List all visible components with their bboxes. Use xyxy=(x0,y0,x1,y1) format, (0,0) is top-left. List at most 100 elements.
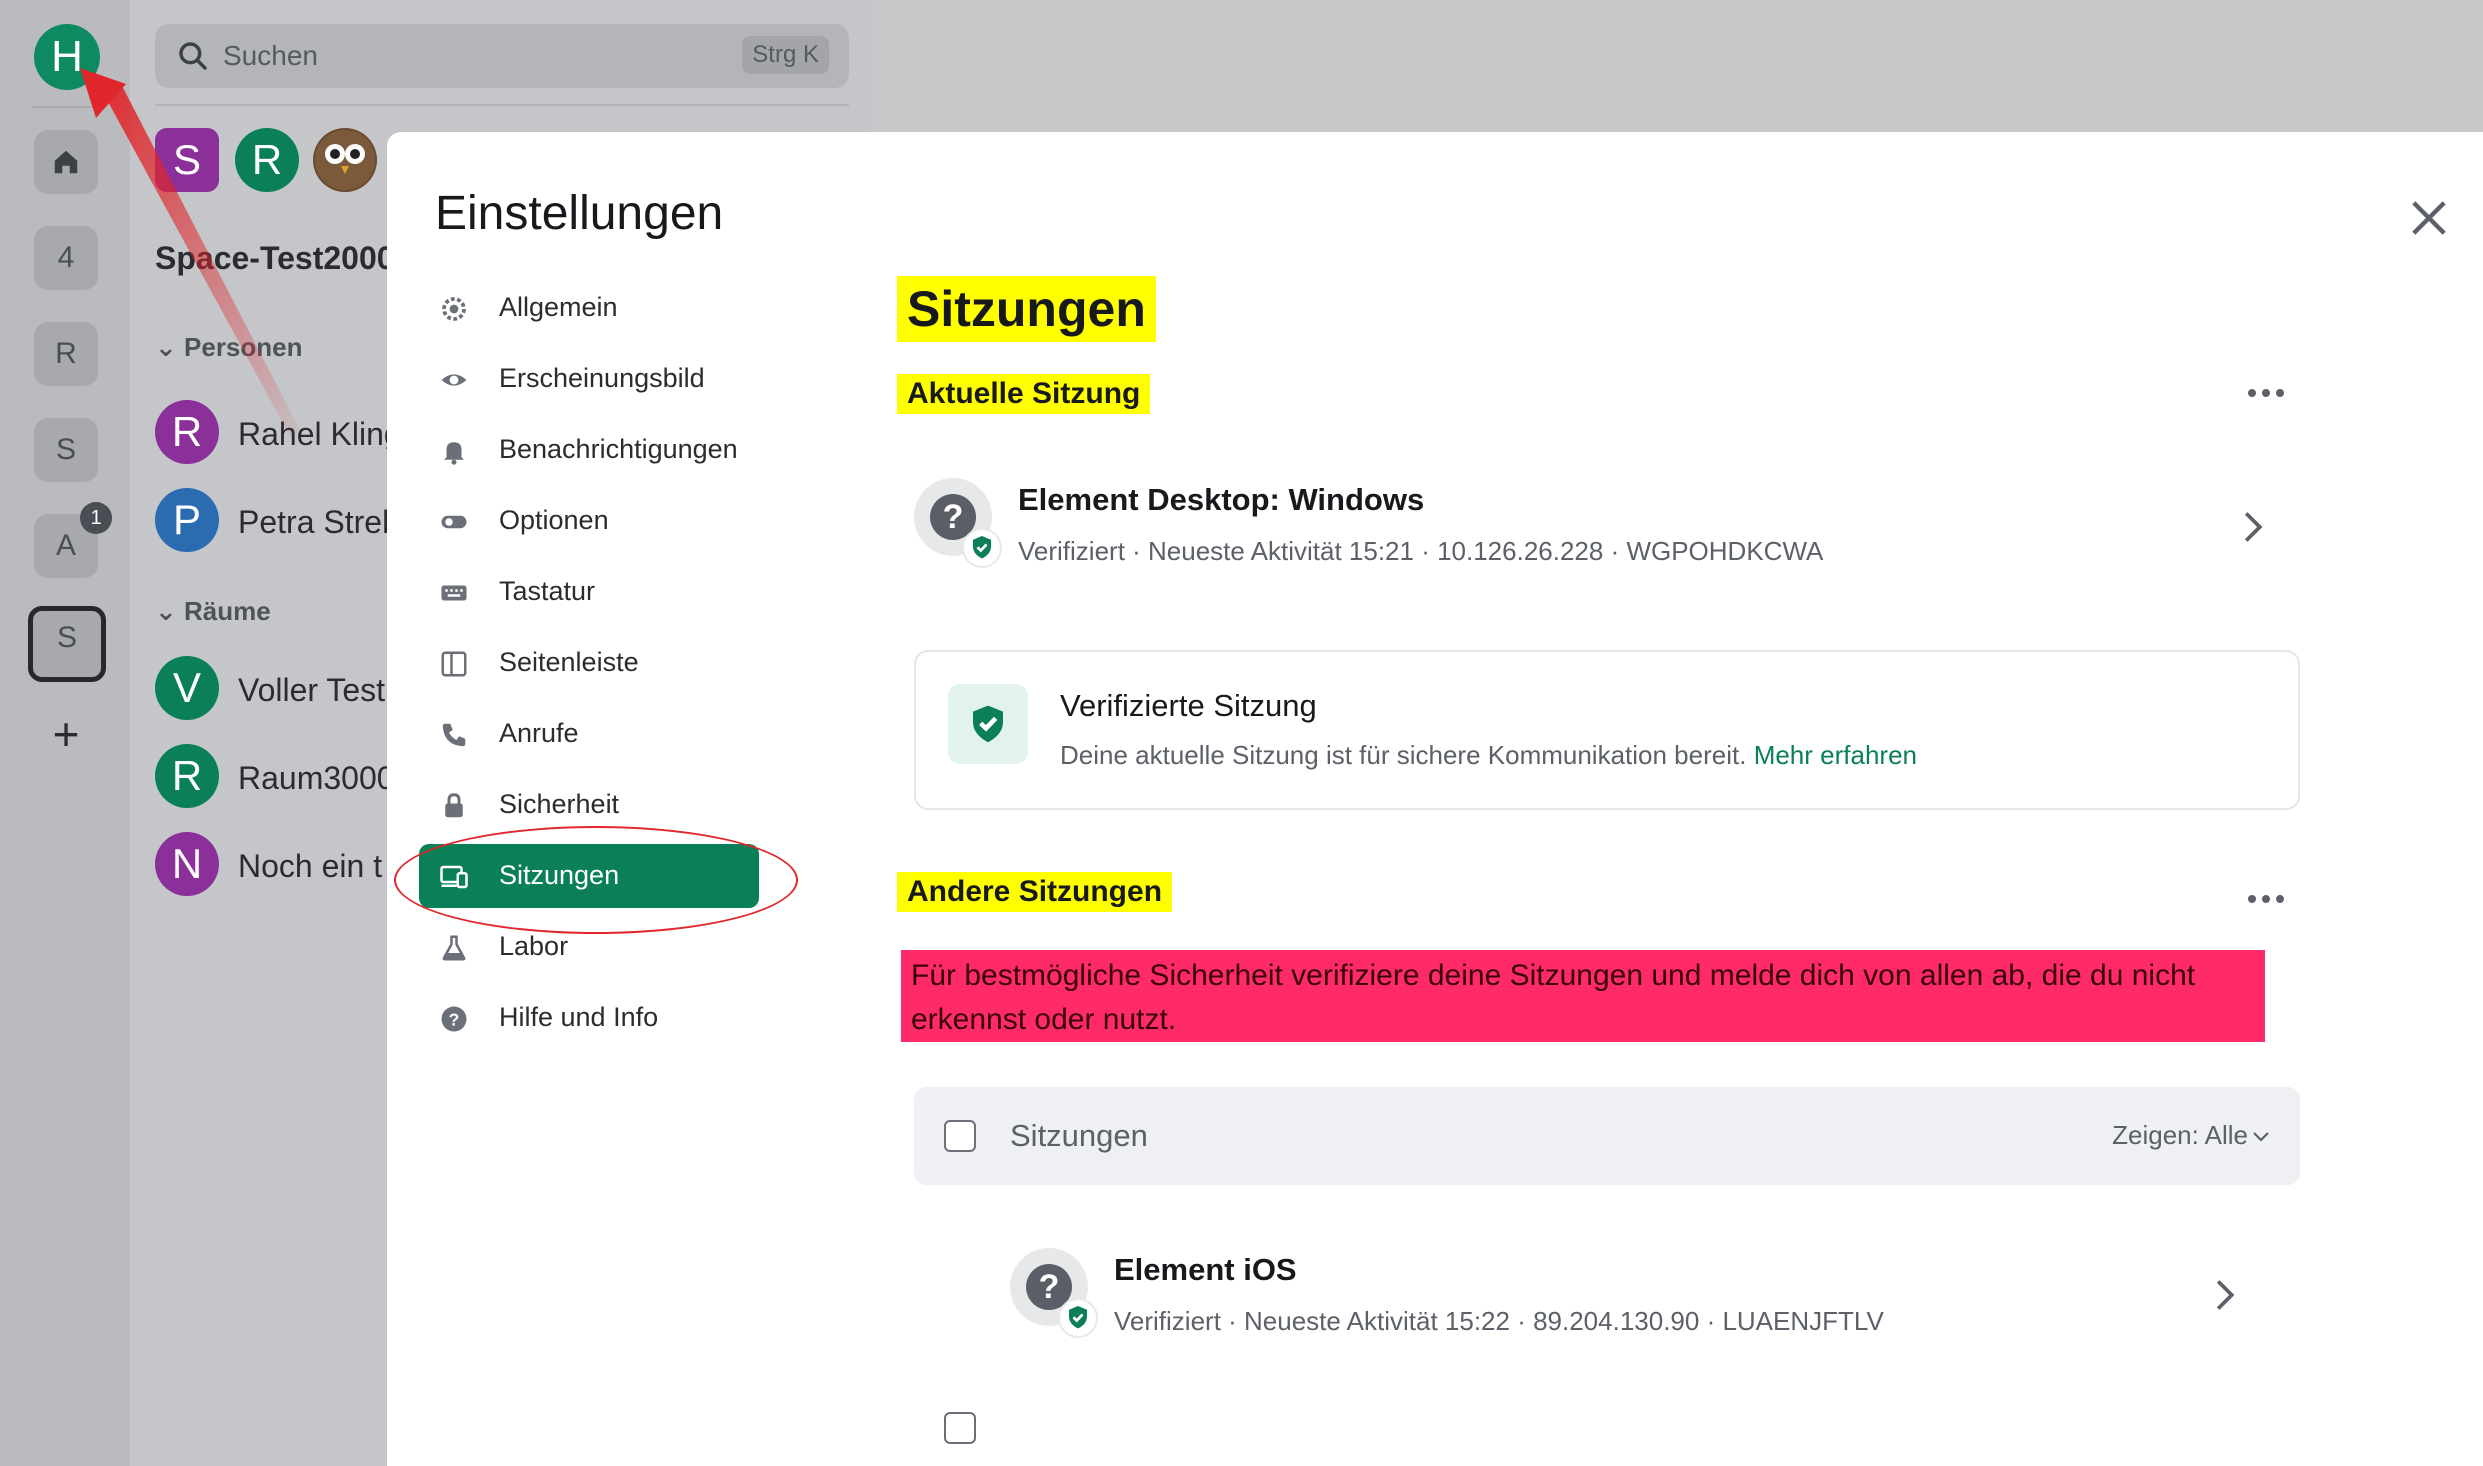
avatar: P xyxy=(155,488,219,552)
verified-desc-text: Deine aktuelle Sitzung ist für sichere K… xyxy=(1060,740,1747,770)
current-session-meta: Verifiziert · Neueste Aktivität 15:21 · … xyxy=(1018,536,1824,566)
space-item-r[interactable]: R xyxy=(34,322,98,386)
verified-badge xyxy=(962,528,1002,568)
divider xyxy=(155,104,849,106)
space-item-s[interactable]: S xyxy=(34,418,98,482)
device-icon: ? xyxy=(1010,1248,1098,1338)
gear-icon xyxy=(442,297,466,321)
avatar: R xyxy=(155,400,219,464)
room-list-item[interactable]: Voller Test xyxy=(238,672,385,709)
tab-label: Seitenleiste xyxy=(499,647,639,677)
dot xyxy=(2248,895,2256,903)
room-list-item[interactable]: Petra Streb xyxy=(238,504,400,541)
shield-check-icon xyxy=(1069,1306,1087,1329)
lock-icon xyxy=(445,793,463,818)
session-filter-bar: Sitzungen Zeigen: Alle xyxy=(914,1087,2300,1185)
chevron-right-icon[interactable] xyxy=(2242,510,2264,544)
tab-tastatur[interactable]: Tastatur xyxy=(419,560,759,624)
tab-optionen[interactable]: Optionen xyxy=(419,489,759,553)
search-icon xyxy=(179,42,207,70)
home-icon xyxy=(54,150,78,174)
shield-check-icon xyxy=(973,705,1003,743)
room-list-item[interactable]: Rahel Kling xyxy=(238,416,402,453)
space-avatar[interactable]: R xyxy=(235,128,299,192)
session-name: Element iOS xyxy=(1114,1252,1297,1287)
session-meta: Verifiziert · Neueste Aktivität 15:22 · … xyxy=(1114,1306,1884,1336)
people-section-header[interactable]: ⌄ Personen xyxy=(155,332,303,363)
tab-allgemein[interactable]: Allgemein xyxy=(419,276,759,340)
flask-icon xyxy=(442,935,466,961)
divider xyxy=(32,106,100,108)
tab-seitenleiste[interactable]: Seitenleiste xyxy=(419,631,759,695)
keyboard-icon xyxy=(441,585,467,601)
dot xyxy=(2262,895,2270,903)
chevron-right-icon[interactable] xyxy=(2214,1278,2236,1312)
tab-label: Anrufe xyxy=(499,718,579,748)
current-session-name: Element Desktop: Windows xyxy=(1018,482,1425,517)
rooms-section-header[interactable]: ⌄ Räume xyxy=(155,596,271,627)
people-heading: Personen xyxy=(184,332,303,362)
phone-icon xyxy=(442,723,466,747)
room-list-item[interactable]: Noch ein t xyxy=(238,848,382,885)
space-item-selected[interactable]: S xyxy=(28,606,106,682)
other-sessions-description: Für bestmögliche Sicherheit verifiziere … xyxy=(901,950,2265,1042)
space-item-4[interactable]: 4 xyxy=(34,226,98,290)
verified-session-card: Verifizierte Sitzung Deine aktuelle Sitz… xyxy=(914,650,2300,810)
tab-label: Optionen xyxy=(499,505,609,535)
dot xyxy=(2262,389,2270,397)
settings-dialog: Einstellungen Allgemein Erscheinungsbild… xyxy=(387,132,2483,1466)
owl-avatar[interactable] xyxy=(313,128,377,192)
space-avatar[interactable]: S xyxy=(155,128,219,192)
room-list-item[interactable]: Raum3000 xyxy=(238,760,395,797)
tab-hilfe-und-info[interactable]: ? Hilfe und Info xyxy=(419,986,759,1050)
current-session-heading: Aktuelle Sitzung xyxy=(897,374,1151,414)
rooms-heading: Räume xyxy=(184,596,271,626)
add-space-button[interactable]: + xyxy=(44,711,88,757)
eye-icon xyxy=(441,374,467,386)
toggle-icon xyxy=(441,515,467,529)
unread-badge: 1 xyxy=(80,502,112,534)
tab-benachrichtigungen[interactable]: Benachrichtigungen xyxy=(419,418,759,482)
user-avatar[interactable]: H xyxy=(34,24,100,90)
tab-label: Hilfe und Info xyxy=(499,1002,659,1032)
chevron-down-icon[interactable] xyxy=(2252,1131,2270,1143)
learn-more-link[interactable]: Mehr erfahren xyxy=(1754,740,1917,770)
dot xyxy=(2276,895,2284,903)
dialog-title: Einstellungen xyxy=(435,187,724,240)
page-title: Sitzungen xyxy=(897,276,1156,342)
help-icon: ? xyxy=(441,1006,467,1032)
session-checkbox[interactable] xyxy=(944,1412,976,1444)
avatar: R xyxy=(155,744,219,808)
owl-icon xyxy=(315,130,375,190)
tab-label: Allgemein xyxy=(499,292,618,322)
more-options-button[interactable] xyxy=(2246,386,2286,400)
device-icon: ? xyxy=(914,478,1002,568)
verified-title: Verifizierte Sitzung xyxy=(1060,688,1317,723)
dot xyxy=(2248,389,2256,397)
filter-dropdown[interactable]: Zeigen: Alle xyxy=(2112,1120,2248,1151)
dot xyxy=(2276,389,2284,397)
tab-anrufe[interactable]: Anrufe xyxy=(419,702,759,766)
tab-label: Tastatur xyxy=(499,576,596,606)
sidebar-icon xyxy=(441,651,467,677)
more-options-button[interactable] xyxy=(2246,892,2286,906)
home-button[interactable] xyxy=(34,130,98,194)
close-icon[interactable] xyxy=(2403,192,2455,244)
verified-description: Deine aktuelle Sitzung ist für sichere K… xyxy=(1060,740,1917,771)
space-title: Space-Test2000 xyxy=(155,240,395,276)
tab-label: Labor xyxy=(499,931,569,961)
search-input[interactable]: Suchen Strg K xyxy=(155,24,849,88)
select-all-checkbox[interactable] xyxy=(944,1120,976,1152)
shield-box xyxy=(948,684,1028,764)
other-sessions-heading: Andere Sitzungen xyxy=(897,872,1173,912)
tab-label: Benachrichtigungen xyxy=(499,434,738,464)
svg-text:?: ? xyxy=(449,1009,460,1029)
tab-label: Erscheinungsbild xyxy=(499,363,705,393)
verified-badge xyxy=(1058,1298,1098,1338)
tab-erscheinungsbild[interactable]: Erscheinungsbild xyxy=(419,347,759,411)
search-placeholder: Suchen xyxy=(223,40,318,71)
bell-icon xyxy=(444,442,464,465)
sessions-panel: Sitzungen Aktuelle Sitzung ? Element Des… xyxy=(894,132,2394,1466)
tab-label: Sicherheit xyxy=(499,789,620,819)
shield-check-icon xyxy=(973,536,991,559)
